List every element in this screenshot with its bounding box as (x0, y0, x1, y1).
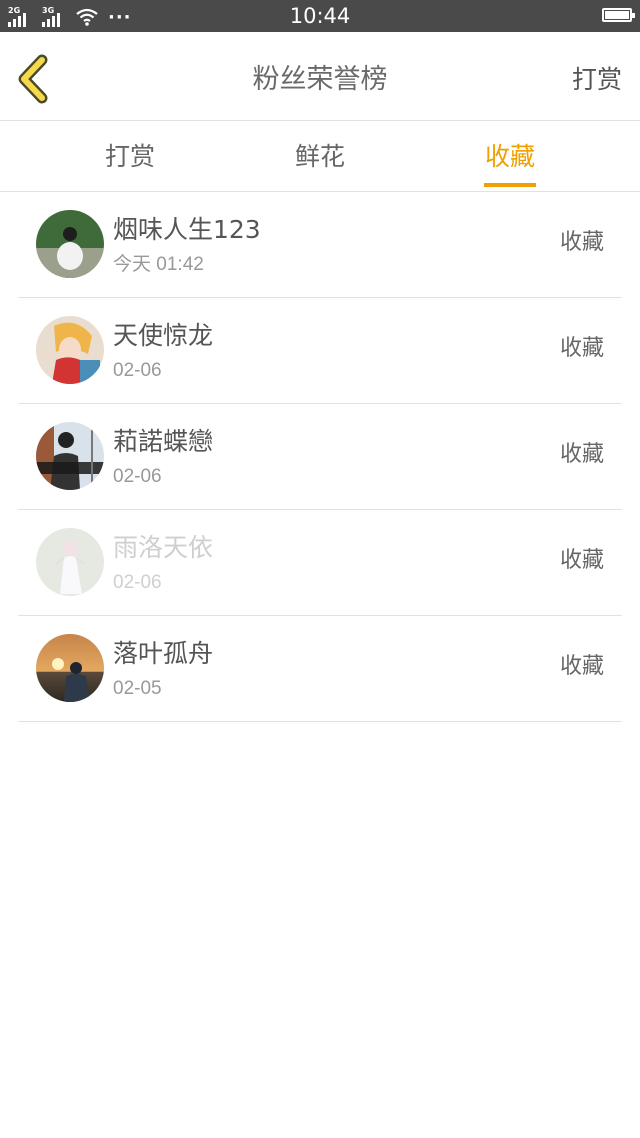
page-title: 粉丝荣誉榜 (252, 64, 388, 95)
status-time: 10:44 (289, 4, 351, 28)
avatar[interactable] (36, 210, 104, 278)
action-label: 收藏 (559, 442, 604, 467)
battery-icon (602, 8, 635, 22)
tab-favorites[interactable]: 收藏 (440, 121, 580, 191)
tab-favorites-label: 收藏 (484, 142, 535, 171)
status-bar: 2G 3G ··· 10:44 (0, 0, 640, 32)
header: 粉丝荣誉榜 打赏 (0, 32, 640, 121)
fan-list: 烟味人生123 今天 01:42 收藏 天使惊龙 02-06 收藏 萂諾蝶戀 0… (18, 192, 622, 722)
user-name: 天使惊龙 (113, 321, 214, 350)
tab-reward[interactable]: 打赏 (60, 121, 200, 191)
user-name: 萂諾蝶戀 (113, 427, 214, 456)
list-item[interactable]: 天使惊龙 02-06 收藏 (18, 298, 622, 404)
action-label: 收藏 (559, 654, 604, 679)
tab-reward-label: 打赏 (104, 142, 155, 171)
avatar[interactable] (36, 634, 104, 702)
timestamp: 02-06 (113, 360, 162, 381)
action-label: 收藏 (559, 548, 604, 573)
list-item[interactable]: 烟味人生123 今天 01:42 收藏 (18, 192, 622, 298)
list-item[interactable]: 落叶孤舟 02-05 收藏 (18, 616, 622, 722)
timestamp: 02-06 (113, 466, 162, 487)
timestamp: 今天 01:42 (113, 254, 204, 275)
user-name: 烟味人生123 (113, 215, 261, 244)
user-name: 雨洛天依 (113, 533, 214, 562)
tab-flowers[interactable]: 鲜花 (250, 121, 390, 191)
timestamp: 02-06 (113, 572, 162, 593)
avatar[interactable] (36, 528, 104, 596)
reward-button[interactable]: 打赏 (572, 62, 622, 98)
action-label: 收藏 (559, 336, 604, 361)
list-item[interactable]: 雨洛天依 02-06 收藏 (18, 510, 622, 616)
tab-bar: 打赏 鲜花 收藏 (0, 121, 640, 192)
active-tab-indicator (484, 183, 536, 187)
user-name: 落叶孤舟 (113, 639, 214, 668)
avatar[interactable] (36, 316, 104, 384)
timestamp: 02-05 (113, 678, 162, 699)
avatar[interactable] (36, 422, 104, 490)
tab-flowers-label: 鲜花 (294, 142, 345, 171)
action-label: 收藏 (559, 230, 604, 255)
list-item[interactable]: 萂諾蝶戀 02-06 收藏 (18, 404, 622, 510)
